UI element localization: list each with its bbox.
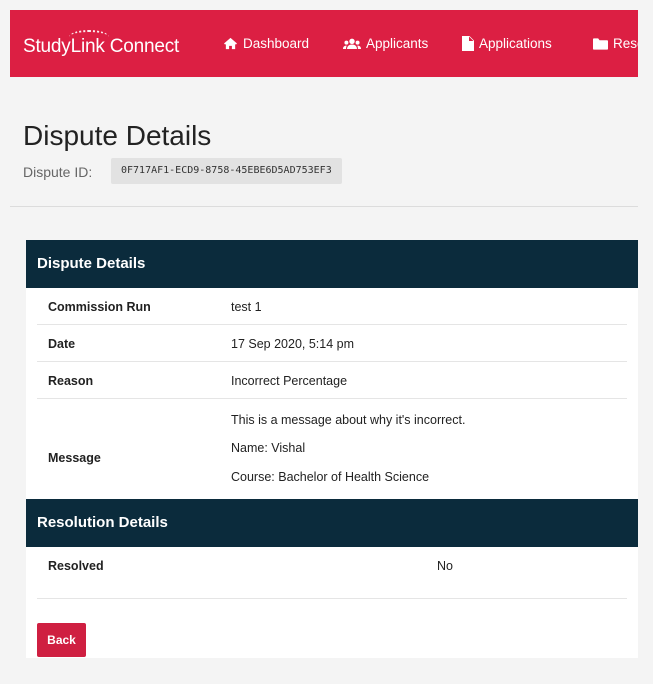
nav-item-label: Dashboard (243, 36, 310, 51)
row-value: test 1 (231, 300, 262, 314)
nav-item-label: Resou (613, 36, 638, 51)
table-row: Date 17 Sep 2020, 5:14 pm (37, 325, 627, 362)
app-frame: StudyLink Connect Dashboard Applicants A… (10, 10, 638, 658)
top-navbar: StudyLink Connect Dashboard Applicants A… (10, 10, 638, 77)
folder-icon (593, 37, 608, 50)
table-row: Resolved No (37, 547, 627, 599)
row-value: Incorrect Percentage (231, 374, 348, 388)
row-value: 17 Sep 2020, 5:14 pm (231, 337, 355, 351)
dispute-id-badge: 0F717AF1-ECD9-8758-45EBE6D5AD753EF3 (111, 158, 342, 184)
nav-item-label: Applicants (366, 36, 429, 51)
message-line: Course: Bachelor of Health Science (231, 470, 430, 484)
dispute-id-label: Dispute ID: (23, 164, 93, 180)
header-divider (10, 206, 638, 207)
nav-item-dashboard[interactable]: Dashboard (223, 36, 309, 51)
table-row: Reason Incorrect Percentage (37, 362, 627, 399)
details-card: Dispute Details Commission Run test 1 Da… (26, 240, 638, 658)
nav-item-resources[interactable]: Resou (593, 36, 638, 51)
nav-item-applicants[interactable]: Applicants (343, 36, 428, 51)
resolution-details-header: Resolution Details (26, 499, 638, 547)
logo-arc-decoration (69, 30, 109, 44)
page-title: Dispute Details (23, 120, 212, 151)
row-label: Commission Run (48, 300, 151, 314)
nav-item-applications[interactable]: Applications (462, 36, 552, 51)
home-icon (224, 37, 237, 50)
table-row: Commission Run test 1 (37, 288, 627, 325)
users-icon (343, 38, 361, 49)
nav-item-label: Applications (479, 36, 552, 51)
row-label: Message (48, 451, 101, 465)
row-value: No (437, 559, 453, 573)
message-row: Message This is a message about why it's… (37, 399, 627, 499)
brand-logo[interactable]: StudyLink Connect (23, 30, 179, 58)
back-button[interactable]: Back (37, 623, 86, 657)
message-line: Name: Vishal (231, 441, 306, 455)
row-label: Reason (48, 374, 94, 388)
dispute-details-header: Dispute Details (26, 240, 638, 288)
row-label: Date (48, 337, 76, 351)
message-line: This is a message about why it's incorre… (231, 413, 466, 427)
file-icon (462, 36, 474, 51)
row-label: Resolved (48, 559, 104, 573)
